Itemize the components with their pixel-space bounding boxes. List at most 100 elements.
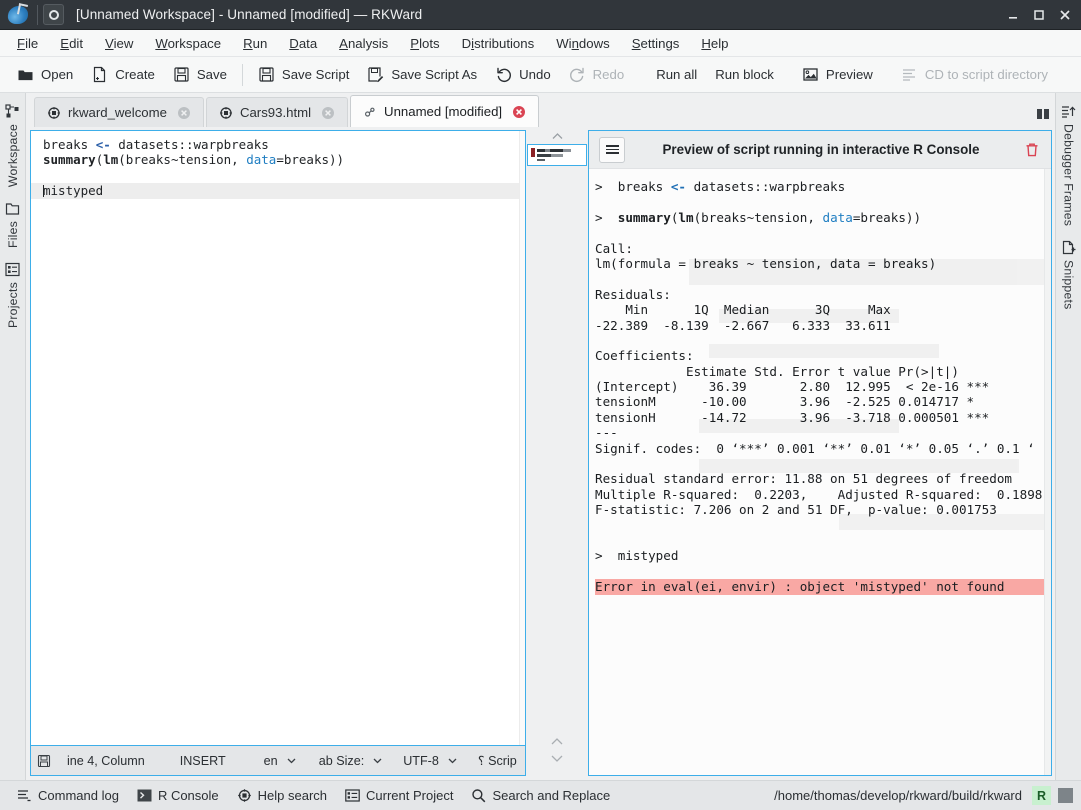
- close-icon[interactable]: [1052, 3, 1078, 27]
- chevron-down-small-icon[interactable]: [550, 751, 564, 766]
- cd-to-script-directory-button[interactable]: CD to script directory: [892, 62, 1057, 87]
- menu-file[interactable]: File: [6, 32, 49, 55]
- console-line: Signif. codes: 0 ‘***’ 0.001 ‘**’ 0.01 ‘…: [595, 440, 1051, 456]
- trash-icon[interactable]: [1023, 141, 1041, 159]
- open-button[interactable]: Open: [8, 62, 82, 87]
- tab-cars93-html[interactable]: Cars93.html: [205, 97, 349, 127]
- menu-view[interactable]: View: [94, 32, 144, 55]
- menu-edit[interactable]: Edit: [49, 32, 94, 55]
- console-title: Preview of script running in interactive…: [662, 142, 980, 157]
- menu-settings[interactable]: Settings: [621, 32, 691, 55]
- console-line: F-statistic: 7.206 on 2 and 51 DF, p-val…: [595, 502, 997, 518]
- sidebar-item-snippets[interactable]: Snippets: [1061, 233, 1076, 316]
- debugger-frames-icon: [1061, 104, 1076, 119]
- save-script-button[interactable]: Save Script: [249, 62, 358, 87]
- console-vertical-scrollbar[interactable]: [1044, 169, 1051, 775]
- center-column: rkward_welcome Cars93.html Unnamed [modi…: [26, 93, 1055, 780]
- status-item-help-search[interactable]: Help search: [228, 785, 336, 806]
- snippet-file-icon: [1061, 240, 1076, 255]
- save-script-label: Save Script: [281, 67, 350, 82]
- menu-windows[interactable]: Windows: [545, 32, 621, 55]
- menu-distributions[interactable]: Distributions: [451, 32, 546, 55]
- editor-line-2: summary(lm(breaks~tension, data=breaks)): [43, 152, 345, 168]
- undo-button[interactable]: Undo: [486, 62, 560, 87]
- editor-status-bar: ine 4, Column INSERT en ab Size: UTF-8 ⸮…: [30, 746, 526, 776]
- sidebar-item-projects[interactable]: Projects: [5, 255, 20, 335]
- menu-data[interactable]: Data: [278, 32, 328, 55]
- window-menu-button[interactable]: [43, 4, 64, 25]
- split-view-icon[interactable]: [1035, 106, 1051, 122]
- tab-label-unnamed-modified: Unnamed [modified]: [384, 104, 503, 119]
- minimize-icon[interactable]: [1000, 3, 1026, 27]
- status-item-search-and-replace[interactable]: Search and Replace: [462, 785, 619, 806]
- sidebar-item-debugger-frames[interactable]: Debugger Frames: [1061, 97, 1076, 233]
- status-item-r-console[interactable]: R Console: [128, 785, 228, 806]
- document-tab-bar: rkward_welcome Cars93.html Unnamed [modi…: [26, 93, 1055, 127]
- save-script-as-button[interactable]: Save Script As: [358, 62, 486, 87]
- sidebar-item-files[interactable]: Files: [5, 194, 20, 255]
- minimap-line: [537, 154, 563, 157]
- folder-outline-icon: [5, 201, 20, 216]
- menu-analysis[interactable]: Analysis: [328, 32, 399, 55]
- tab-rkward-welcome[interactable]: rkward_welcome: [34, 97, 204, 127]
- rkward-doc-icon: [237, 788, 252, 803]
- log-lines-icon: [17, 788, 32, 803]
- script-editor-text-area[interactable]: breaks <- datasets::warpbreaks summary(l…: [31, 131, 519, 745]
- chevron-up-small-icon[interactable]: [550, 734, 564, 749]
- menu-plots[interactable]: Plots: [399, 32, 450, 55]
- preview-button[interactable]: Preview: [793, 62, 882, 87]
- cd-lines-icon: [901, 66, 918, 83]
- create-button[interactable]: Create: [82, 62, 164, 87]
- sidebar-label-projects: Projects: [5, 282, 20, 329]
- rkward-doc-icon: [47, 106, 61, 120]
- cd-to-script-directory-label: CD to script directory: [924, 67, 1048, 82]
- window-title-bar: [Unnamed Workspace] - Unnamed [modified]…: [0, 0, 1081, 30]
- close-grey-icon[interactable]: [177, 106, 191, 120]
- project-list-icon: [345, 788, 360, 803]
- menu-workspace[interactable]: Workspace: [144, 32, 232, 55]
- editor-console-split: breaks <- datasets::warpbreaks summary(l…: [26, 127, 1055, 780]
- run-all-label: Run all: [656, 67, 698, 82]
- redo-button[interactable]: Redo: [560, 62, 634, 87]
- insert-mode-label[interactable]: INSERT: [180, 754, 226, 768]
- console-line: Call:: [595, 240, 633, 256]
- menu-run[interactable]: Run: [232, 32, 278, 55]
- save-button[interactable]: Save: [164, 62, 236, 87]
- run-block-label: Run block: [715, 67, 774, 82]
- sidebar-item-workspace[interactable]: Workspace: [5, 97, 20, 194]
- console-output[interactable]: > breaks <- datasets::warpbreaks > summa…: [589, 169, 1051, 775]
- chevron-down-icon[interactable]: [286, 755, 297, 766]
- close-red-icon[interactable]: [512, 105, 526, 119]
- redo-label: Redo: [592, 67, 625, 82]
- tab-unnamed-modified[interactable]: Unnamed [modified]: [350, 95, 540, 127]
- script-modified-icon: [363, 105, 377, 119]
- status-item-command-log[interactable]: Command log: [8, 785, 128, 806]
- create-label: Create: [115, 67, 155, 82]
- status-label-current-project: Current Project: [366, 788, 454, 803]
- minimap-scroll-arrows: [550, 734, 564, 780]
- preview-label: Preview: [825, 67, 873, 82]
- tab-size-label[interactable]: ab Size:: [319, 754, 365, 768]
- r-console-preview-pane: Preview of script running in interactive…: [588, 130, 1052, 776]
- editor-minimap[interactable]: [527, 144, 587, 166]
- chevron-up-icon[interactable]: [551, 130, 564, 143]
- run-block-button[interactable]: Run block: [706, 63, 783, 86]
- language-selector-label[interactable]: en: [264, 754, 278, 768]
- toolbar-separator: [241, 63, 243, 86]
- console-line: Residuals:: [595, 286, 671, 302]
- r-console-icon: [137, 788, 152, 803]
- minimap-line: [537, 159, 545, 161]
- chevron-down-icon[interactable]: [372, 755, 383, 766]
- encoding-label[interactable]: UTF-8: [403, 754, 439, 768]
- run-all-button[interactable]: Run all: [647, 63, 706, 86]
- maximize-icon[interactable]: [1026, 3, 1052, 27]
- syntax-mode-label[interactable]: ⸮ Scrip: [478, 753, 517, 768]
- menu-help[interactable]: Help: [690, 32, 739, 55]
- close-grey-icon[interactable]: [321, 106, 335, 120]
- editor-vertical-scrollbar[interactable]: [519, 131, 525, 745]
- floppy-pencil-icon: [367, 66, 384, 83]
- chevron-down-icon[interactable]: [447, 755, 458, 766]
- status-item-current-project[interactable]: Current Project: [336, 785, 462, 806]
